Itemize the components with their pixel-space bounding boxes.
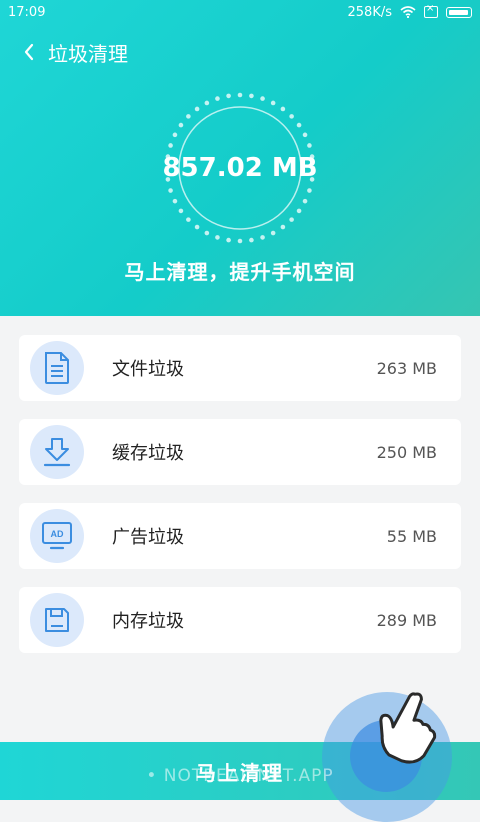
floppy-disk-icon	[45, 608, 69, 632]
watermark: • NOTREAL.NET.APP	[146, 766, 334, 786]
ad-monitor-icon: AD	[42, 522, 72, 550]
icon-badge	[30, 593, 84, 647]
back-button[interactable]	[14, 37, 44, 67]
list-item-cache-junk[interactable]: 缓存垃圾 250 MB	[19, 419, 461, 485]
icon-badge	[30, 341, 84, 395]
tagline: 马上清理，提升手机空间	[124, 260, 356, 284]
item-size: 289 MB	[376, 610, 437, 630]
size-ring: 857.02 MB	[160, 88, 320, 248]
item-label: 文件垃圾	[112, 359, 184, 380]
icon-badge	[30, 425, 84, 479]
document-icon	[45, 352, 69, 384]
wifi-icon	[400, 6, 416, 18]
status-icons: 258K/s	[347, 3, 472, 20]
chevron-left-icon	[24, 43, 34, 61]
battery-icon	[446, 6, 472, 18]
header-hero: 17:09 258K/s 垃圾清理 857.02 MB 马上清理，提升手机空间	[0, 0, 480, 316]
net-speed: 258K/s	[347, 4, 393, 20]
title-bar: 垃圾清理	[0, 34, 480, 70]
page-title: 垃圾清理	[48, 41, 128, 66]
junk-list: 文件垃圾 263 MB 缓存垃圾 250 MB AD 广告垃圾 55 MB 内存…	[19, 335, 461, 671]
item-size: 250 MB	[376, 442, 437, 462]
status-time: 17:09	[8, 4, 46, 20]
item-label: 广告垃圾	[112, 527, 184, 548]
list-item-ad-junk[interactable]: AD 广告垃圾 55 MB	[19, 503, 461, 569]
no-sim-icon	[424, 3, 438, 18]
item-size: 263 MB	[376, 358, 437, 378]
status-bar: 17:09 258K/s	[0, 0, 480, 24]
list-item-file-junk[interactable]: 文件垃圾 263 MB	[19, 335, 461, 401]
pointing-hand-icon	[379, 692, 437, 764]
item-label: 缓存垃圾	[112, 443, 184, 464]
download-icon	[43, 438, 71, 467]
svg-text:AD: AD	[51, 529, 64, 539]
item-size: 55 MB	[386, 526, 437, 546]
list-item-memory-junk[interactable]: 内存垃圾 289 MB	[19, 587, 461, 653]
icon-badge: AD	[30, 509, 84, 563]
item-label: 内存垃圾	[112, 611, 184, 632]
total-size: 857.02 MB	[162, 153, 318, 183]
